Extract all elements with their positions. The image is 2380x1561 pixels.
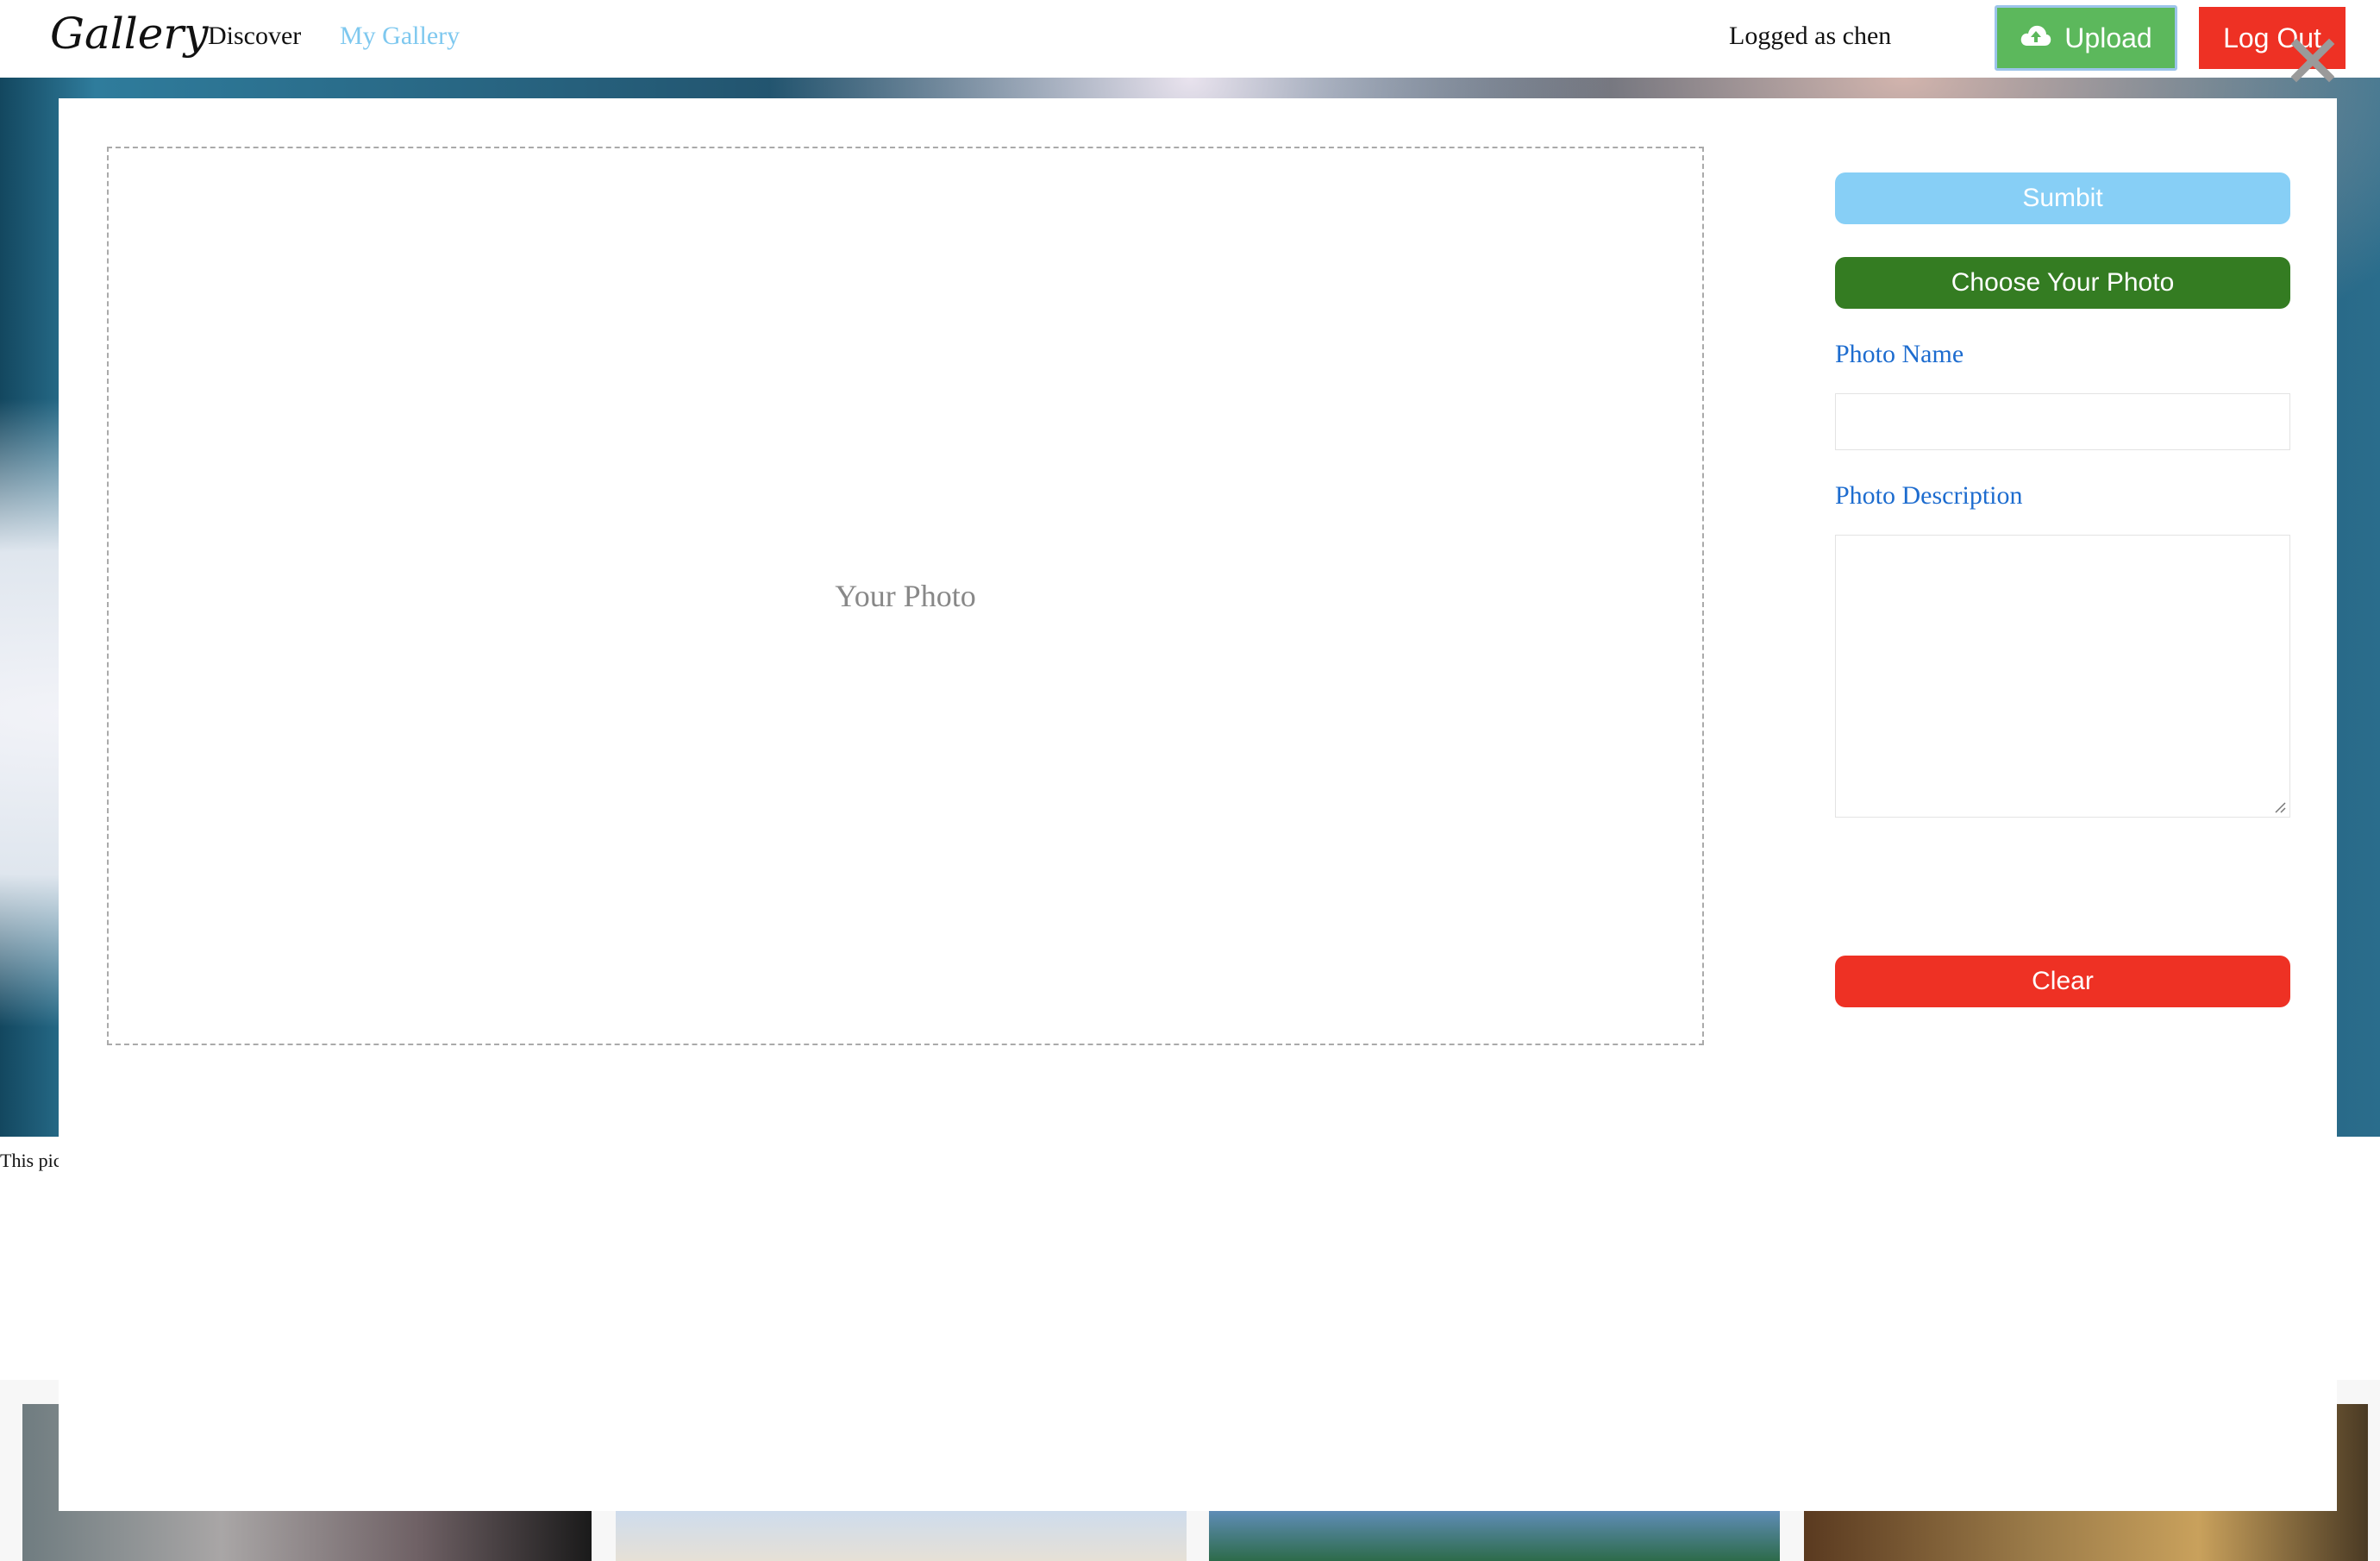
photo-description-label: Photo Description bbox=[1835, 481, 2023, 510]
nav-link-my-gallery[interactable]: My Gallery bbox=[340, 22, 460, 51]
close-icon[interactable] bbox=[2287, 34, 2339, 86]
resize-grip-icon[interactable] bbox=[2274, 801, 2286, 813]
cloud-upload-icon bbox=[2020, 22, 2052, 54]
photo-dropzone[interactable]: Your Photo bbox=[107, 147, 1704, 1045]
hero-caption: This pic bbox=[0, 1150, 59, 1171]
photo-name-label: Photo Name bbox=[1835, 340, 1964, 368]
dropzone-placeholder: Your Photo bbox=[835, 579, 976, 613]
upload-button-label: Upload bbox=[2064, 22, 2152, 53]
upload-modal: Your Photo Sumbit Choose Your Photo Phot… bbox=[59, 98, 2337, 1511]
photo-description-textarea[interactable] bbox=[1835, 535, 2290, 818]
logged-in-user-text: Logged as chen bbox=[1729, 22, 1892, 50]
top-navbar: Gallery Discover My Gallery Logged as ch… bbox=[0, 0, 2380, 78]
upload-button[interactable]: Upload bbox=[1995, 5, 2177, 71]
photo-name-input[interactable] bbox=[1835, 393, 2290, 450]
brand-logo[interactable]: Gallery bbox=[50, 9, 208, 59]
clear-button[interactable]: Clear bbox=[1835, 956, 2290, 1007]
nav-link-discover[interactable]: Discover bbox=[208, 22, 301, 51]
choose-photo-button[interactable]: Choose Your Photo bbox=[1835, 257, 2290, 309]
submit-button[interactable]: Sumbit bbox=[1835, 172, 2290, 224]
